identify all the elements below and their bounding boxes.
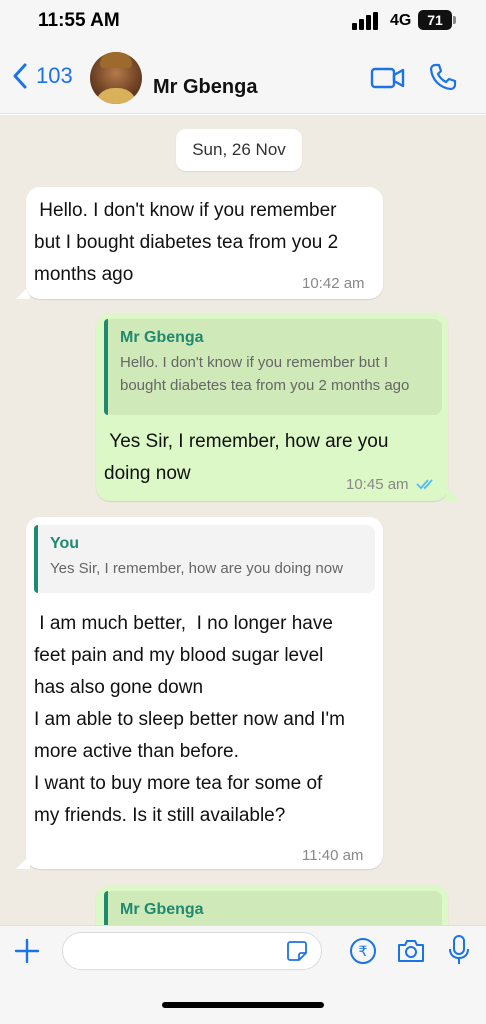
quote-bar xyxy=(34,525,38,593)
quote-author: Mr Gbenga xyxy=(120,901,204,918)
quote-text: Hello. I don't know if you remember but … xyxy=(120,354,410,394)
message-text: I am much better, I no longer have feet … xyxy=(34,613,345,826)
svg-text:₹: ₹ xyxy=(359,944,368,960)
quote-author: You xyxy=(50,535,80,552)
network-type: 4G xyxy=(390,12,412,29)
plus-icon[interactable] xyxy=(14,938,40,964)
quoted-message[interactable]: Mr Gbenga Hello. I don't know if you rem… xyxy=(104,319,442,415)
video-call-icon[interactable] xyxy=(370,64,406,92)
contact-name[interactable]: Mr Gbenga xyxy=(153,76,257,99)
home-indicator[interactable] xyxy=(162,1002,324,1008)
status-time: 11:55 AM xyxy=(38,10,120,31)
signal-icon xyxy=(352,12,382,30)
message-bubble-outgoing[interactable]: Mr Gbenga xyxy=(96,885,448,925)
back-button[interactable]: 103 xyxy=(10,62,73,90)
bubble-tail xyxy=(446,487,460,501)
quoted-message[interactable]: You Yes Sir, I remember, how are you doi… xyxy=(34,525,375,593)
message-time: 10:42 am xyxy=(302,275,365,292)
message-bubble-incoming[interactable]: You Yes Sir, I remember, how are you doi… xyxy=(26,517,383,869)
sticker-icon[interactable] xyxy=(286,940,308,962)
status-bar: 11:55 AM 4G 71 xyxy=(0,0,486,44)
avatar[interactable] xyxy=(90,52,142,104)
chevron-left-icon xyxy=(13,63,27,89)
quote-bar xyxy=(104,891,108,925)
date-chip: Sun, 26 Nov xyxy=(176,129,302,171)
message-bubble-incoming[interactable]: Hello. I don't know if you remember but … xyxy=(26,187,383,299)
bubble-tail xyxy=(16,855,30,869)
battery-level: 71 xyxy=(427,12,443,28)
chat-header: 103 Mr Gbenga xyxy=(0,44,486,114)
read-receipt-icon xyxy=(416,479,433,490)
camera-icon[interactable] xyxy=(396,938,426,964)
quoted-message[interactable]: Mr Gbenga xyxy=(104,891,442,925)
phone-call-icon[interactable] xyxy=(428,62,458,92)
quote-bar xyxy=(104,319,108,415)
chat-area[interactable]: Sun, 26 Nov Hello. I don't know if you r… xyxy=(0,115,486,925)
composer-bar: ₹ xyxy=(0,925,486,1024)
message-time: 11:40 am xyxy=(302,847,364,864)
message-input[interactable] xyxy=(62,932,322,970)
battery-tip xyxy=(453,16,456,24)
quote-text: Yes Sir, I remember, how are you doing n… xyxy=(50,560,343,577)
rupee-payment-icon[interactable]: ₹ xyxy=(348,936,378,966)
quote-author: Mr Gbenga xyxy=(120,329,204,346)
microphone-icon[interactable] xyxy=(448,934,470,966)
battery-icon: 71 xyxy=(418,10,452,30)
message-bubble-outgoing[interactable]: Mr Gbenga Hello. I don't know if you rem… xyxy=(96,313,448,501)
message-time: 10:45 am xyxy=(346,476,409,493)
unread-count: 103 xyxy=(36,63,73,88)
